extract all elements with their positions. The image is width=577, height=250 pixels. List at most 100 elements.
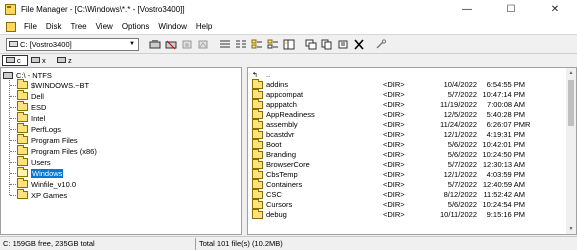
tree-item-perflogs[interactable]: PerfLogs (17, 123, 61, 134)
new-window-icon[interactable] (304, 38, 318, 51)
menu-help[interactable]: Help (196, 22, 212, 31)
tree-root[interactable]: C:\ - NTFS (3, 70, 52, 80)
folder-icon (252, 109, 263, 119)
view-name-icon[interactable] (218, 38, 232, 51)
delete-icon[interactable] (352, 38, 366, 51)
file-name: CbsTemp (266, 170, 298, 179)
tree-item-xp-games[interactable]: XP Games (17, 189, 67, 200)
disconnect-drive-icon[interactable] (164, 38, 178, 51)
menu-window[interactable]: Window (158, 22, 186, 31)
list-item[interactable]: Containers <DIR> 5/7/2022 12:40:59 AM (252, 179, 542, 190)
file-list-scrollbar[interactable]: ▲ ▼ (566, 68, 576, 234)
menu-disk[interactable]: Disk (46, 22, 62, 31)
view-details-icon[interactable] (234, 38, 248, 51)
folder-icon (252, 169, 263, 179)
folder-icon (17, 101, 28, 111)
file-date: 5/6/2022 (447, 150, 477, 159)
copy-icon[interactable] (320, 38, 334, 51)
maximize-button[interactable]: ☐ (489, 0, 533, 19)
tree-item-windows[interactable]: Windows (17, 167, 64, 178)
file-date: 5/7/2022 (447, 180, 477, 189)
file-size: <DIR> (383, 170, 405, 179)
directory-tree-pane[interactable]: C:\ - NTFS $WINDOWS.~BT Dell ESD Intel P… (0, 67, 242, 235)
close-button[interactable]: ✕ (533, 0, 577, 19)
menu-bar: File Disk Tree View Options Window Help (0, 19, 577, 34)
file-time: 10:42:01 PM (482, 140, 525, 149)
tree-item-windows-bt[interactable]: $WINDOWS.~BT (17, 79, 89, 90)
folder-icon (17, 90, 28, 100)
file-time: 11:52:42 AM (483, 190, 525, 199)
file-date: 5/7/2022 (447, 160, 477, 169)
sort-by-name-icon[interactable] (250, 38, 264, 51)
properties-icon[interactable] (374, 38, 388, 51)
file-name: Boot (266, 140, 282, 149)
menu-tree[interactable]: Tree (70, 22, 86, 31)
list-item-parent[interactable]: ↰ .. (252, 70, 542, 80)
list-item[interactable]: apppatch <DIR> 11/19/2022 7:00:08 AM (252, 99, 542, 110)
file-list-pane[interactable]: ↰ .. addins <DIR> 10/4/2022 6:54:55 PM appc… (247, 67, 577, 235)
list-item[interactable]: Cursors <DIR> 5/6/2022 10:24:54 PM (252, 199, 542, 210)
scrollbar-thumb[interactable] (568, 80, 574, 126)
chevron-down-icon[interactable]: ▼ (127, 40, 137, 49)
drive-bar: c x z (0, 53, 577, 66)
menu-view[interactable]: View (96, 22, 113, 31)
tree-item-intel[interactable]: Intel (17, 112, 45, 123)
folder-icon (252, 119, 263, 129)
file-time: 12:40:59 AM (482, 180, 525, 189)
file-size: <DIR> (383, 140, 405, 149)
file-date: 10/11/2022 (440, 210, 477, 219)
list-item[interactable]: BrowserCore <DIR> 5/7/2022 12:30:13 AM (252, 159, 542, 170)
drive-button-x[interactable]: x (28, 55, 54, 66)
list-item[interactable]: appcompat <DIR> 5/7/2022 10:47:14 PM (252, 89, 542, 100)
list-item[interactable]: assembly <DIR> 11/24/2022 6:26:07 PM R (252, 119, 542, 130)
file-manager-icon (5, 4, 16, 15)
folder-icon (252, 209, 263, 219)
tree-item-program-files[interactable]: Program Files (17, 134, 78, 145)
file-size: <DIR> (383, 110, 405, 119)
tree-and-dir-icon[interactable] (282, 38, 296, 51)
list-item[interactable]: Branding <DIR> 5/6/2022 10:24:50 PM (252, 149, 542, 160)
system-menu-icon[interactable] (6, 21, 16, 32)
move-icon[interactable] (336, 38, 350, 51)
hard-drive-icon (6, 57, 15, 63)
file-time: 7:00:08 AM (487, 100, 525, 109)
folder-icon (17, 178, 28, 188)
minimize-button[interactable]: — (445, 0, 489, 19)
file-date: 5/6/2022 (447, 200, 477, 209)
file-size: <DIR> (383, 80, 405, 89)
file-name: Branding (266, 150, 297, 159)
tree-item-esd[interactable]: ESD (17, 101, 46, 112)
list-item[interactable]: debug <DIR> 10/11/2022 9:15:16 PM (252, 209, 542, 220)
drive-select[interactable]: C: [Vostro3400] ▼ (6, 37, 139, 51)
menu-options[interactable]: Options (122, 22, 150, 31)
file-size: <DIR> (383, 90, 405, 99)
drive-button-c[interactable]: c (2, 54, 28, 66)
connect-drive-icon[interactable] (148, 38, 162, 51)
folder-icon (17, 79, 28, 89)
tree-item-users[interactable]: Users (17, 156, 51, 167)
list-item[interactable]: addins <DIR> 10/4/2022 6:54:55 PM (252, 79, 542, 90)
folder-icon (252, 79, 263, 89)
list-item[interactable]: Boot <DIR> 5/6/2022 10:42:01 PM (252, 139, 542, 150)
list-item[interactable]: bcastdvr <DIR> 12/1/2022 4:19:31 PM (252, 129, 542, 140)
file-time: 6:26:07 PM (486, 120, 525, 129)
menu-file[interactable]: File (24, 22, 37, 31)
tree-item-dell[interactable]: Dell (17, 90, 44, 101)
tree-item-program-files-x86[interactable]: Program Files (x86) (17, 145, 97, 156)
title-bar: File Manager - [C:\Windows\*.* - [Vostro… (0, 0, 577, 19)
drive-button-z[interactable]: z (54, 55, 80, 66)
stop-share-icon[interactable] (196, 38, 210, 51)
drive-letter: z (68, 55, 72, 65)
list-item[interactable]: CSC <DIR> 8/12/2022 11:52:42 AM (252, 189, 542, 200)
list-item[interactable]: CbsTemp <DIR> 12/1/2022 4:03:59 PM (252, 169, 542, 180)
folder-icon (252, 129, 263, 139)
folder-icon (252, 149, 263, 159)
tree-item-winfile[interactable]: Winfile_v10.0 (17, 178, 76, 189)
list-item[interactable]: AppReadiness <DIR> 12/5/2022 5:40:28 PM (252, 109, 542, 120)
connect-share-icon[interactable] (180, 38, 194, 51)
scroll-up-arrow-icon[interactable]: ▲ (566, 68, 576, 78)
sort-by-type-icon[interactable] (266, 38, 280, 51)
hard-drive-icon (3, 71, 13, 79)
scroll-down-arrow-icon[interactable]: ▼ (566, 224, 576, 234)
folder-icon (17, 189, 28, 199)
